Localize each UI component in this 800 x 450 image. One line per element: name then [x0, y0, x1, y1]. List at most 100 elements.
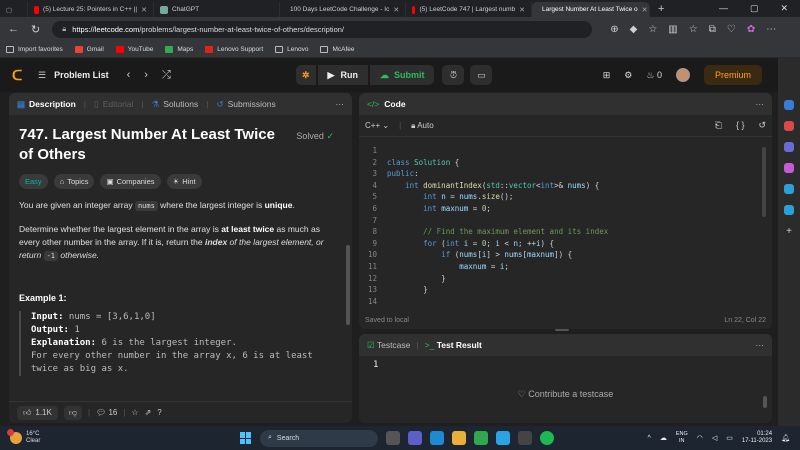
search-sidebar-icon[interactable] — [784, 100, 794, 110]
notes-button[interactable]: ▭ — [470, 65, 493, 85]
favorite-star-icon[interactable]: ☆ — [131, 408, 138, 417]
panel-resize-handle[interactable] — [555, 329, 569, 331]
shuffle-icon[interactable]: ⤮ — [162, 69, 171, 82]
close-icon[interactable]: ✕ — [519, 6, 525, 14]
teams-icon[interactable] — [408, 431, 422, 445]
language-select[interactable]: C++ ⌄ — [365, 121, 389, 130]
shield-icon[interactable]: ♡ — [727, 24, 736, 35]
office-icon[interactable] — [784, 184, 794, 194]
auto-mode-toggle[interactable]: 🔒︎ Auto — [411, 121, 434, 131]
browser-tab-2[interactable]: ChatGPT — [154, 2, 280, 17]
close-window-icon[interactable]: ✕ — [780, 3, 788, 14]
like-button[interactable]: 👍︎ 1.1K — [17, 405, 58, 420]
spotify-icon[interactable] — [540, 431, 554, 445]
share-icon[interactable]: ⇗ — [145, 408, 152, 417]
companies-tag[interactable]: ▣ Companies — [100, 174, 161, 189]
notification-bell-icon[interactable]: 🔔︎ — [781, 434, 790, 442]
problem-list-link[interactable]: ☰ Problem List — [38, 70, 109, 81]
task-view-icon[interactable] — [386, 431, 400, 445]
wifi-icon[interactable]: ◠ — [697, 434, 703, 442]
weather-widget[interactable]: 16°C Clear — [0, 429, 40, 445]
new-tab-button[interactable]: + — [650, 3, 664, 15]
close-icon[interactable]: ✕ — [642, 6, 648, 14]
menu-dots-icon[interactable]: ⋯ — [766, 24, 776, 35]
tab-testcase[interactable]: ☑ Testcase — [367, 340, 410, 351]
more-options-icon[interactable]: ⋯ — [336, 99, 345, 110]
submit-button[interactable]: ☁ Submit — [369, 65, 435, 85]
grid-layout-icon[interactable]: ⊞ — [603, 70, 611, 81]
settings-gear-icon[interactable]: ⚙ — [624, 70, 632, 81]
volume-icon[interactable]: ◁ — [712, 434, 717, 442]
file-explorer-icon[interactable] — [452, 431, 466, 445]
minimize-icon[interactable]: — — [719, 3, 728, 14]
outlook-icon[interactable] — [784, 205, 794, 215]
close-icon[interactable]: ✕ — [393, 6, 399, 14]
split-screen-icon[interactable]: ▥ — [668, 24, 677, 35]
battery-icon[interactable]: ▭ — [726, 434, 733, 442]
clock[interactable]: 01:24 17-11-2023 — [742, 431, 772, 445]
topics-tag[interactable]: ⌂ Topics — [53, 174, 95, 189]
bookmark-gmail[interactable]: Gmail — [74, 45, 104, 53]
refresh-icon[interactable]: ↻ — [31, 23, 40, 36]
store-icon[interactable] — [518, 431, 532, 445]
more-options-icon[interactable]: ⋯ — [756, 99, 765, 110]
whatsapp-icon[interactable] — [474, 431, 488, 445]
bookmark-icon[interactable]: ⎗ — [715, 120, 722, 131]
thumbs-down-icon[interactable]: 👎︎ — [63, 405, 82, 420]
bookmark-mcafee[interactable]: McAfee — [320, 45, 355, 53]
more-options-icon[interactable]: ⋯ — [756, 340, 765, 351]
streak-counter[interactable]: ♨ 0 — [646, 70, 662, 81]
games-icon[interactable] — [784, 163, 794, 173]
star-icon[interactable]: ☆ — [648, 24, 657, 35]
tab-editorial[interactable]: ▯ Editorial — [94, 99, 133, 110]
tab-description[interactable]: ▤ Description — [17, 99, 76, 110]
description-scrollbar[interactable] — [346, 245, 350, 325]
tab-solutions[interactable]: ⚗ Solutions — [152, 99, 199, 110]
format-braces-icon[interactable]: { } — [736, 120, 745, 131]
browser-tab-4[interactable]: (5) LeetCode 747 | Largest numb ✕ — [406, 2, 532, 17]
tab-actions-button[interactable]: ▢ — [0, 2, 28, 17]
cloud-icon[interactable]: ☁ — [660, 434, 667, 442]
bookmark-youtube[interactable]: YouTube — [115, 45, 153, 53]
hint-tag[interactable]: ☀ Hint — [166, 174, 202, 189]
zoom-icon[interactable]: ⊕ — [610, 24, 618, 35]
browser-tab-active[interactable]: Largest Number At Least Twice o ✕ — [532, 2, 650, 17]
tools-icon[interactable] — [784, 142, 794, 152]
premium-button[interactable]: Premium — [703, 65, 762, 85]
taskbar-search[interactable]: ⌕ Search — [260, 429, 378, 447]
run-button[interactable]: ▶ Run — [317, 65, 368, 85]
chevron-left-icon[interactable]: ‹ — [127, 69, 131, 82]
problem-title[interactable]: 747. Largest Number At Least Twice of Ot… — [19, 125, 284, 165]
copilot-icon[interactable]: ✿ — [747, 24, 755, 35]
bookmark-maps[interactable]: Maps — [165, 45, 193, 53]
back-arrow-icon[interactable]: ← — [8, 23, 19, 35]
close-icon[interactable]: ✕ — [141, 6, 147, 14]
app-icon[interactable] — [496, 431, 510, 445]
tab-test-result[interactable]: >_ Test Result — [425, 340, 482, 350]
reset-icon[interactable]: ↺ — [758, 120, 766, 131]
bookmark-import-favorites[interactable]: Import favorites — [6, 45, 63, 53]
chevron-right-icon[interactable]: › — [144, 69, 148, 82]
bookmark-lenovo-support[interactable]: Lenovo Support — [205, 45, 263, 53]
browser-tab-3[interactable]: 100 Days LeetCode Challenge - Ic ✕ — [280, 2, 406, 17]
code-editor[interactable]: 1 2 class Solution { 3 public: 4 int domin… — [359, 137, 772, 306]
code-scrollbar[interactable] — [762, 147, 766, 217]
chevron-up-icon[interactable]: ^ — [648, 435, 651, 442]
shopping-icon[interactable] — [784, 121, 794, 131]
browser-tab-1[interactable]: (5) Lecture 25: Pointers in C++ || ✕ — [28, 2, 154, 17]
favorites-icon[interactable]: ☆ — [689, 24, 698, 35]
edge-browser-icon[interactable] — [430, 431, 444, 445]
contribute-testcase-link[interactable]: ♡ Contribute a testcase — [359, 389, 772, 400]
timer-button[interactable]: ⏰︎ — [442, 65, 465, 85]
comments-button[interactable]: 💬︎ 16 — [96, 408, 117, 417]
tab-submissions[interactable]: ↺ Submissions — [216, 99, 275, 110]
collections-icon[interactable]: ⧉ — [709, 24, 716, 35]
help-circle-icon[interactable]: ? — [157, 408, 161, 417]
leetcode-logo-icon[interactable]: ᑕ — [12, 67, 26, 83]
extension-icon[interactable]: ◆ — [630, 24, 638, 35]
maximize-icon[interactable]: ▢ — [750, 3, 759, 14]
debug-button[interactable]: ✲ — [296, 65, 316, 85]
avatar[interactable] — [675, 68, 690, 82]
url-field[interactable]: 🔒︎ https://leetcode.com/problems/largest… — [52, 20, 593, 38]
add-icon[interactable]: + — [786, 226, 792, 237]
